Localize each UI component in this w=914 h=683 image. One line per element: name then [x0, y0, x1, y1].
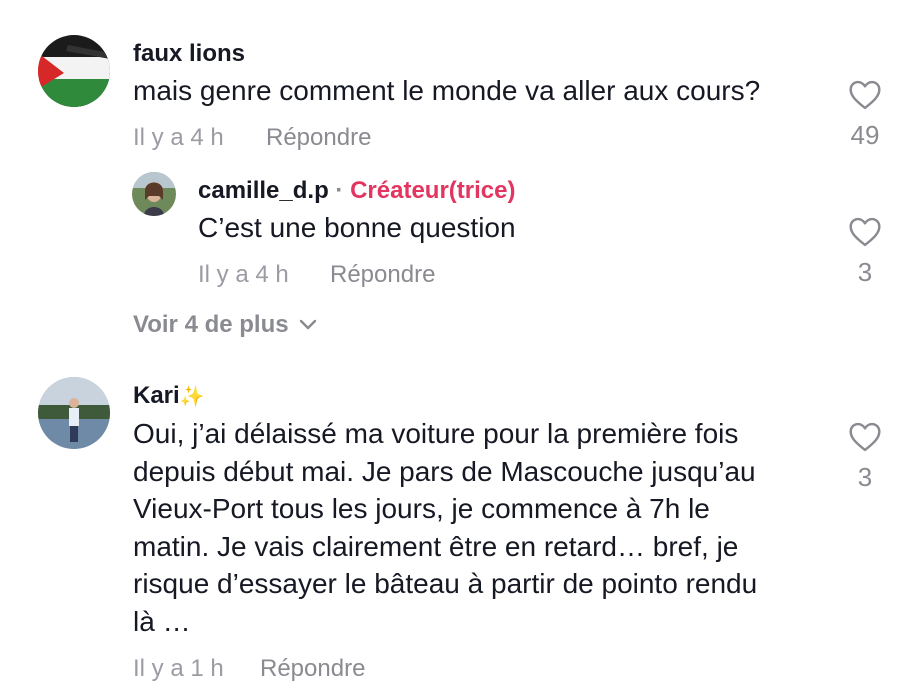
view-more-replies[interactable]: Voir 4 de plus: [133, 311, 317, 339]
like-count: 49: [850, 120, 880, 150]
comment-text: mais genre comment le monde va aller aux…: [133, 75, 761, 106]
comment-text-line: Oui, j’ai délaissé ma voiture pour la pr…: [133, 418, 739, 449]
reply-timestamp: Il y a 4 h: [198, 261, 289, 288]
creator-badge: Créateur(trice): [350, 177, 516, 204]
comment-timestamp: Il y a 4 h: [133, 124, 224, 151]
avatar[interactable]: [132, 172, 176, 216]
reply-button[interactable]: Répondre: [266, 124, 371, 152]
comment-username[interactable]: faux lions: [133, 40, 245, 68]
heart-outline-icon: [849, 217, 881, 247]
like-button[interactable]: [843, 217, 887, 252]
like-count: 3: [857, 462, 873, 492]
comment-username[interactable]: Kari✨: [133, 382, 205, 410]
comment-text-line: depuis début mai. Je pars de Mascouche j…: [133, 455, 756, 487]
like-button[interactable]: [843, 422, 887, 457]
comment-text-line: risque d’essayer le bâteau à partir de p…: [133, 568, 758, 599]
comment-text-line: matin. Je vais clairement être en retard…: [133, 530, 739, 562]
reply-text: C’est une bonne question: [198, 212, 516, 243]
heart-outline-icon: [849, 422, 881, 452]
avatar[interactable]: [38, 35, 110, 107]
reply-username-text[interactable]: camille_d.p: [198, 177, 329, 204]
comment-text: Oui, j’ai délaissé ma voiture pour la pr…: [133, 415, 823, 640]
like-button[interactable]: [843, 80, 887, 115]
comment-text-line: Vieux-Port tous les jours, je commence à…: [133, 493, 710, 524]
comment-text-line: là …: [133, 605, 191, 637]
chevron-down-icon: [299, 319, 316, 330]
reply-button[interactable]: Répondre: [260, 655, 365, 683]
sparkles-emoji: ✨: [179, 386, 205, 408]
like-count: 3: [857, 257, 873, 287]
heart-outline-icon: [849, 80, 881, 110]
avatar[interactable]: [38, 377, 110, 449]
comment-username-text[interactable]: Kari: [133, 382, 180, 409]
comment-timestamp: Il y a 1 h: [133, 655, 224, 682]
separator-dot: ·: [335, 177, 344, 204]
view-more-label: Voir 4 de plus: [133, 311, 289, 338]
reply-username[interactable]: camille_d.p · Créateur(trice): [198, 177, 515, 205]
reply-button[interactable]: Répondre: [330, 261, 435, 289]
